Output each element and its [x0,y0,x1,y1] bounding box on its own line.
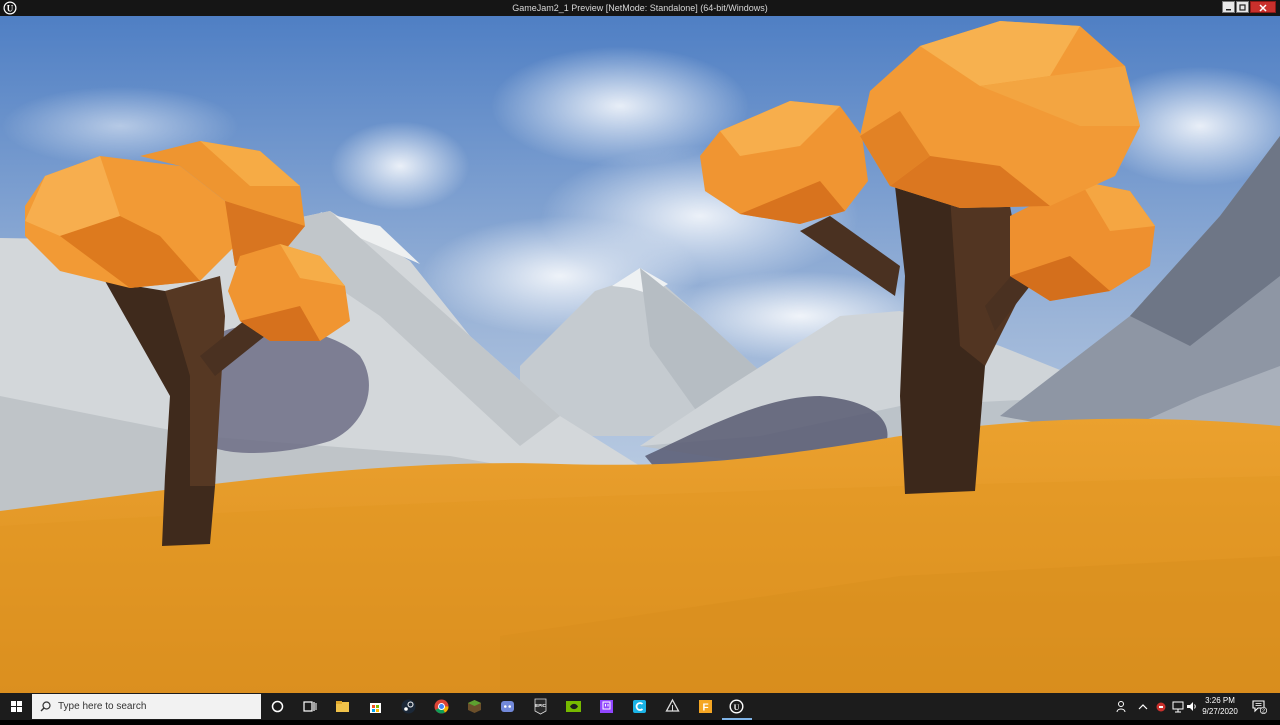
minecraft-icon[interactable] [465,697,484,716]
nvidia-icon[interactable] [564,697,583,716]
notification-count: 2 [1262,709,1265,714]
chrome-icon[interactable] [432,697,451,716]
svg-text:F: F [702,703,708,714]
svg-text:U: U [734,703,740,712]
close-icon [1259,4,1267,12]
network-icon[interactable] [1171,697,1185,716]
chevron-up-icon[interactable] [1137,697,1149,716]
cortana-icon[interactable] [268,697,287,716]
unreal-engine-icon[interactable]: U [727,697,746,716]
antivirus-tray-icon[interactable] [1154,697,1168,716]
taskbar: Type here to search EPIC F U 3:26 PM 9/2… [0,693,1280,720]
close-button[interactable] [1250,1,1276,13]
maximize-icon [1239,4,1246,11]
clock-time: 3:26 PM [1205,696,1235,705]
maximize-button[interactable] [1236,1,1249,13]
game-scene [0,16,1280,693]
people-icon[interactable] [1115,697,1129,716]
action-center-button[interactable]: 2 [1251,698,1268,715]
game-viewport[interactable] [0,16,1280,693]
file-explorer-icon[interactable] [333,697,352,716]
notification-icon: 2 [1252,700,1268,715]
taskbar-search-box[interactable]: Type here to search [32,694,261,719]
minimize-icon [1226,9,1231,11]
fusion-icon[interactable]: F [696,697,715,716]
unity-icon[interactable] [663,697,682,716]
clock-date: 9/27/2020 [1202,707,1238,716]
window-title: GameJam2_1 Preview [NetMode: Standalone]… [512,3,768,13]
epic-games-icon[interactable]: EPIC [531,697,550,716]
cortex-icon[interactable] [630,697,649,716]
windows-logo-icon [11,701,22,712]
minimize-button[interactable] [1222,1,1235,13]
search-icon [40,701,51,712]
start-button[interactable] [0,693,32,720]
store-icon[interactable] [366,697,385,716]
window-titlebar[interactable]: U GameJam2_1 Preview [NetMode: Standalon… [0,0,1280,16]
taskbar-clock[interactable]: 3:26 PM 9/27/2020 [1196,695,1244,717]
discord-icon[interactable] [498,697,517,716]
svg-text:EPIC: EPIC [535,703,546,708]
twitch-icon[interactable] [597,697,616,716]
search-placeholder: Type here to search [58,701,147,712]
steam-icon[interactable] [399,697,418,716]
task-view-icon[interactable] [300,697,319,716]
